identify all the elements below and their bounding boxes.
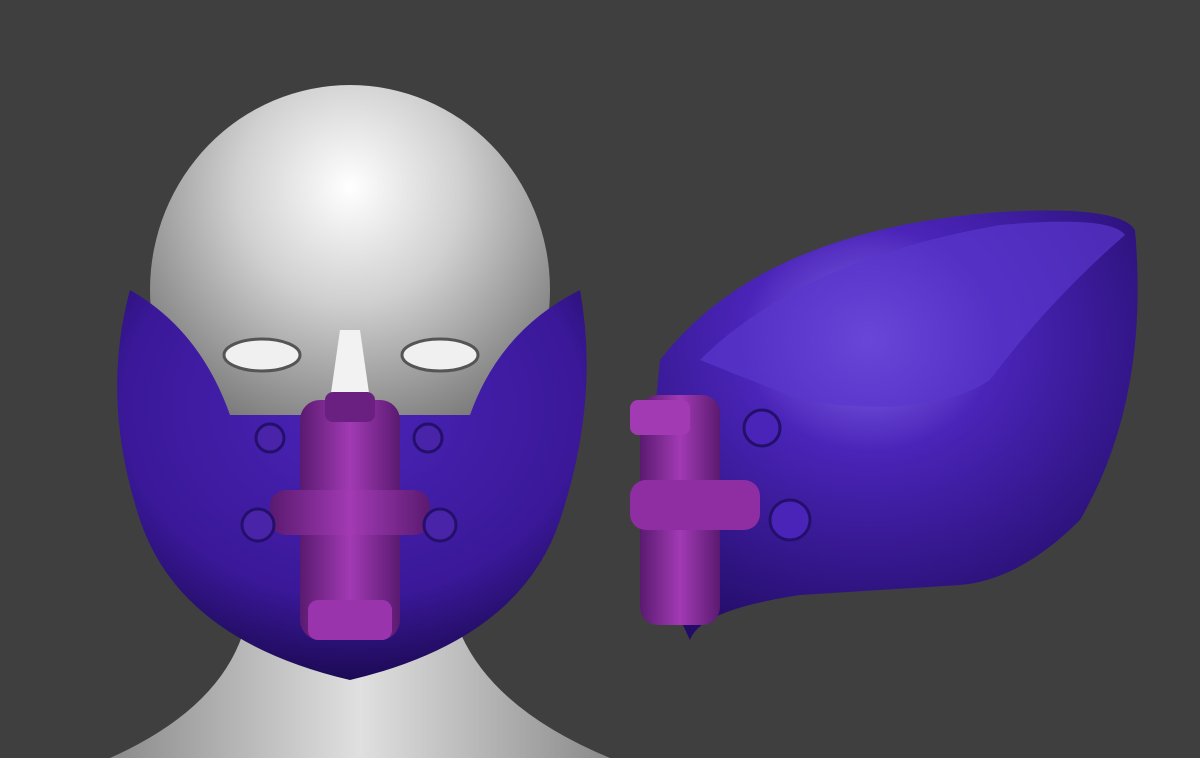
render-scene [110,85,1138,758]
render-viewport [0,0,1200,758]
mask-side [630,210,1138,640]
